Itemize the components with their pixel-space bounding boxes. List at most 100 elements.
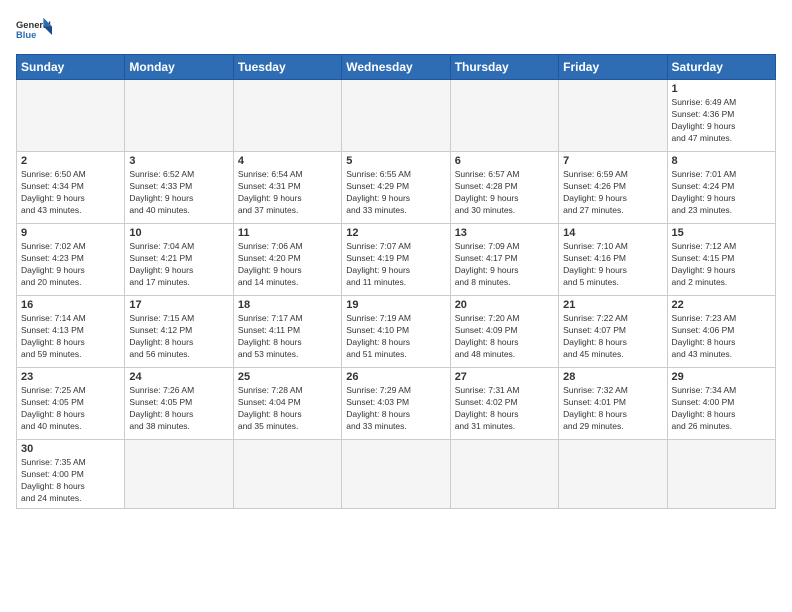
- day-info: Sunrise: 6:55 AMSunset: 4:29 PMDaylight:…: [346, 169, 445, 217]
- day-number: 5: [346, 155, 445, 167]
- calendar-day-cell: [342, 440, 450, 509]
- day-number: 12: [346, 227, 445, 239]
- day-info: Sunrise: 7:32 AMSunset: 4:01 PMDaylight:…: [563, 385, 662, 433]
- day-number: 23: [21, 371, 120, 383]
- calendar-day-cell: 26 Sunrise: 7:29 AMSunset: 4:03 PMDayligh…: [342, 368, 450, 440]
- calendar-day-cell: 19 Sunrise: 7:19 AMSunset: 4:10 PMDayligh…: [342, 296, 450, 368]
- calendar-day-cell: 20 Sunrise: 7:20 AMSunset: 4:09 PMDayligh…: [450, 296, 558, 368]
- day-number: 4: [238, 155, 337, 167]
- day-info: Sunrise: 7:35 AMSunset: 4:00 PMDaylight:…: [21, 457, 120, 505]
- calendar-header-row: SundayMondayTuesdayWednesdayThursdayFrid…: [17, 55, 776, 80]
- calendar-day-cell: 11 Sunrise: 7:06 AMSunset: 4:20 PMDayligh…: [233, 224, 341, 296]
- day-info: Sunrise: 7:22 AMSunset: 4:07 PMDaylight:…: [563, 313, 662, 361]
- day-info: Sunrise: 6:54 AMSunset: 4:31 PMDaylight:…: [238, 169, 337, 217]
- day-number: 26: [346, 371, 445, 383]
- day-number: 24: [129, 371, 228, 383]
- calendar-day-cell: [450, 440, 558, 509]
- day-info: Sunrise: 7:31 AMSunset: 4:02 PMDaylight:…: [455, 385, 554, 433]
- weekday-header-monday: Monday: [125, 55, 233, 80]
- calendar-day-cell: 3 Sunrise: 6:52 AMSunset: 4:33 PMDaylight…: [125, 152, 233, 224]
- day-number: 17: [129, 299, 228, 311]
- generalblue-logo-icon: General Blue: [16, 16, 52, 44]
- day-info: Sunrise: 7:28 AMSunset: 4:04 PMDaylight:…: [238, 385, 337, 433]
- day-info: Sunrise: 6:59 AMSunset: 4:26 PMDaylight:…: [563, 169, 662, 217]
- page: General Blue SundayMondayTuesdayWednesda…: [0, 0, 792, 517]
- day-number: 22: [672, 299, 771, 311]
- calendar-day-cell: 12Sunrise: 7:07 AMSunset: 4:19 PMDayligh…: [342, 224, 450, 296]
- day-number: 21: [563, 299, 662, 311]
- day-info: Sunrise: 6:57 AMSunset: 4:28 PMDaylight:…: [455, 169, 554, 217]
- calendar-day-cell: 23 Sunrise: 7:25 AMSunset: 4:05 PMDayligh…: [17, 368, 125, 440]
- day-number: 8: [672, 155, 771, 167]
- day-info: Sunrise: 7:06 AMSunset: 4:20 PMDaylight:…: [238, 241, 337, 289]
- weekday-header-tuesday: Tuesday: [233, 55, 341, 80]
- day-number: 25: [238, 371, 337, 383]
- day-number: 1: [672, 83, 771, 95]
- day-number: 28: [563, 371, 662, 383]
- calendar-day-cell: 17 Sunrise: 7:15 AMSunset: 4:12 PMDayligh…: [125, 296, 233, 368]
- day-number: 14: [563, 227, 662, 239]
- calendar-day-cell: 30 Sunrise: 7:35 AMSunset: 4:00 PMDayligh…: [17, 440, 125, 509]
- calendar-table: SundayMondayTuesdayWednesdayThursdayFrid…: [16, 54, 776, 509]
- day-info: Sunrise: 7:02 AMSunset: 4:23 PMDaylight:…: [21, 241, 120, 289]
- calendar-day-cell: 16Sunrise: 7:14 AMSunset: 4:13 PMDayligh…: [17, 296, 125, 368]
- day-info: Sunrise: 6:49 AMSunset: 4:36 PMDaylight:…: [672, 97, 771, 145]
- weekday-header-sunday: Sunday: [17, 55, 125, 80]
- calendar-day-cell: [17, 80, 125, 152]
- calendar-week-row: 9 Sunrise: 7:02 AMSunset: 4:23 PMDaylight…: [17, 224, 776, 296]
- day-info: Sunrise: 7:25 AMSunset: 4:05 PMDaylight:…: [21, 385, 120, 433]
- calendar-day-cell: 15Sunrise: 7:12 AMSunset: 4:15 PMDayligh…: [667, 224, 775, 296]
- calendar-day-cell: 14Sunrise: 7:10 AMSunset: 4:16 PMDayligh…: [559, 224, 667, 296]
- day-info: Sunrise: 7:01 AMSunset: 4:24 PMDaylight:…: [672, 169, 771, 217]
- calendar-day-cell: [342, 80, 450, 152]
- day-info: Sunrise: 7:26 AMSunset: 4:05 PMDaylight:…: [129, 385, 228, 433]
- day-info: Sunrise: 7:09 AMSunset: 4:17 PMDaylight:…: [455, 241, 554, 289]
- calendar-day-cell: 2Sunrise: 6:50 AMSunset: 4:34 PMDaylight…: [17, 152, 125, 224]
- day-number: 10: [129, 227, 228, 239]
- weekday-header-friday: Friday: [559, 55, 667, 80]
- calendar-day-cell: 10 Sunrise: 7:04 AMSunset: 4:21 PMDayligh…: [125, 224, 233, 296]
- day-number: 9: [21, 227, 120, 239]
- calendar-day-cell: 8 Sunrise: 7:01 AMSunset: 4:24 PMDaylight…: [667, 152, 775, 224]
- weekday-header-thursday: Thursday: [450, 55, 558, 80]
- calendar-day-cell: 9 Sunrise: 7:02 AMSunset: 4:23 PMDaylight…: [17, 224, 125, 296]
- calendar-day-cell: [450, 80, 558, 152]
- day-info: Sunrise: 7:04 AMSunset: 4:21 PMDaylight:…: [129, 241, 228, 289]
- day-number: 27: [455, 371, 554, 383]
- day-number: 6: [455, 155, 554, 167]
- day-number: 16: [21, 299, 120, 311]
- calendar-day-cell: 4 Sunrise: 6:54 AMSunset: 4:31 PMDaylight…: [233, 152, 341, 224]
- calendar-week-row: 16Sunrise: 7:14 AMSunset: 4:13 PMDayligh…: [17, 296, 776, 368]
- day-info: Sunrise: 7:15 AMSunset: 4:12 PMDaylight:…: [129, 313, 228, 361]
- day-info: Sunrise: 7:20 AMSunset: 4:09 PMDaylight:…: [455, 313, 554, 361]
- calendar-day-cell: 28 Sunrise: 7:32 AMSunset: 4:01 PMDayligh…: [559, 368, 667, 440]
- day-number: 7: [563, 155, 662, 167]
- day-info: Sunrise: 7:12 AMSunset: 4:15 PMDaylight:…: [672, 241, 771, 289]
- day-number: 11: [238, 227, 337, 239]
- day-number: 19: [346, 299, 445, 311]
- day-info: Sunrise: 6:52 AMSunset: 4:33 PMDaylight:…: [129, 169, 228, 217]
- day-number: 30: [21, 443, 120, 455]
- calendar-day-cell: [125, 440, 233, 509]
- calendar-day-cell: 18Sunrise: 7:17 AMSunset: 4:11 PMDayligh…: [233, 296, 341, 368]
- calendar-day-cell: [233, 440, 341, 509]
- day-number: 3: [129, 155, 228, 167]
- calendar-day-cell: 29Sunrise: 7:34 AMSunset: 4:00 PMDayligh…: [667, 368, 775, 440]
- logo: General Blue: [16, 16, 52, 44]
- calendar-day-cell: [233, 80, 341, 152]
- svg-text:Blue: Blue: [16, 30, 36, 40]
- day-info: Sunrise: 6:50 AMSunset: 4:34 PMDaylight:…: [21, 169, 120, 217]
- day-number: 13: [455, 227, 554, 239]
- header: General Blue: [16, 16, 776, 44]
- calendar-day-cell: 24 Sunrise: 7:26 AMSunset: 4:05 PMDayligh…: [125, 368, 233, 440]
- day-info: Sunrise: 7:29 AMSunset: 4:03 PMDaylight:…: [346, 385, 445, 433]
- calendar-day-cell: 7 Sunrise: 6:59 AMSunset: 4:26 PMDaylight…: [559, 152, 667, 224]
- calendar-day-cell: 22Sunrise: 7:23 AMSunset: 4:06 PMDayligh…: [667, 296, 775, 368]
- day-number: 20: [455, 299, 554, 311]
- calendar-day-cell: [125, 80, 233, 152]
- day-info: Sunrise: 7:19 AMSunset: 4:10 PMDaylight:…: [346, 313, 445, 361]
- calendar-day-cell: [559, 440, 667, 509]
- calendar-week-row: 2Sunrise: 6:50 AMSunset: 4:34 PMDaylight…: [17, 152, 776, 224]
- calendar-day-cell: 27 Sunrise: 7:31 AMSunset: 4:02 PMDayligh…: [450, 368, 558, 440]
- calendar-day-cell: 25 Sunrise: 7:28 AMSunset: 4:04 PMDayligh…: [233, 368, 341, 440]
